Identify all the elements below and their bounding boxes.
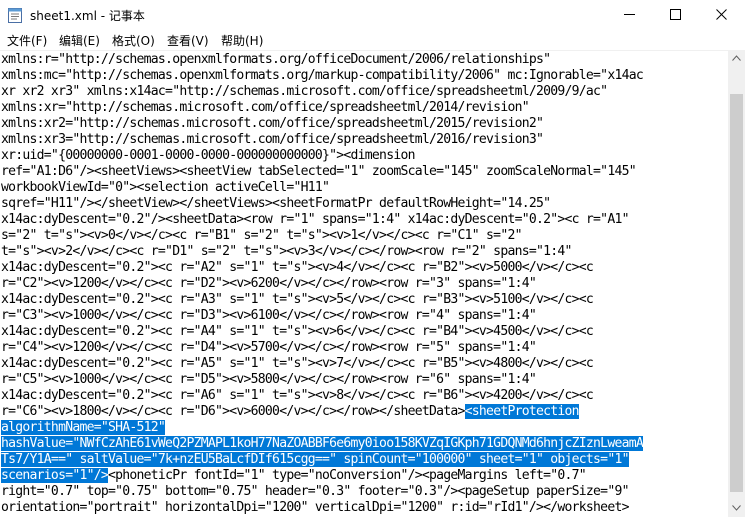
menu-view[interactable]: 查看(V) bbox=[167, 32, 209, 49]
text-segment: workbookViewId="0"><selection activeCell… bbox=[1, 180, 330, 195]
text-line: x14ac:dyDescent="0.2"><c r="A5" s="1" t=… bbox=[1, 356, 643, 372]
text-segment: x14ac:dyDescent="0.2"/><sheetData><row r… bbox=[1, 212, 629, 227]
text-line: xmlns:xr="http://schemas.microsoft.com/o… bbox=[1, 100, 643, 116]
text-segment: s="2" t="s"><v>0</v></c><c r="B1" s="2" … bbox=[1, 228, 522, 243]
selected-text: algorithmName="SHA-512" bbox=[1, 420, 166, 435]
text-segment: x14ac:dyDescent="0.2"><c r="A6" s="1" t=… bbox=[1, 388, 594, 403]
text-segment: r="C3"><v>1000</v></c><c r="D3"><v>6100<… bbox=[1, 308, 537, 323]
text-line: ref="A1:D6"/><sheetViews><sheetView tabS… bbox=[1, 164, 643, 180]
text-line: x14ac:dyDescent="0.2"><c r="A3" s="1" t=… bbox=[1, 292, 643, 308]
maximize-button[interactable] bbox=[653, 0, 699, 30]
text-line: xmlns:mc="http://schemas.openxmlformats.… bbox=[1, 68, 644, 84]
text-segment: xmlns:r="http://schemas.openxmlformats.o… bbox=[1, 52, 551, 67]
text-segment: x14ac:dyDescent="0.2"><c r="A2" s="1" t=… bbox=[1, 260, 594, 275]
title-bar[interactable]: sheet1.xml - 记事本 bbox=[0, 0, 745, 30]
text-line: xmlns:xr2="http://schemas.microsoft.com/… bbox=[1, 116, 643, 132]
selected-text: <sheetProtection bbox=[464, 404, 580, 419]
text-segment: xmlns:xr3="http://schemas.microsoft.com/… bbox=[1, 132, 544, 147]
minimize-icon bbox=[624, 14, 635, 15]
text-line: xmlns:r="http://schemas.openxmlformats.o… bbox=[1, 52, 643, 68]
menu-help[interactable]: 帮助(H) bbox=[221, 32, 263, 49]
text-line: x14ac:dyDescent="0.2"><c r="A6" s="1" t=… bbox=[1, 388, 643, 404]
text-line: x14ac:dyDescent="0.2"/><sheetData><row r… bbox=[1, 212, 643, 228]
notepad-icon bbox=[8, 7, 22, 23]
chevron-up-icon bbox=[732, 55, 741, 61]
menu-bar: 文件(F) 编辑(E) 格式(O) 查看(V) 帮助(H) bbox=[0, 30, 745, 50]
text-segment: x14ac:dyDescent="0.2"><c r="A5" s="1" t=… bbox=[1, 356, 594, 371]
text-line: r="C3"><v>1000</v></c><c r="D3"><v>6100<… bbox=[1, 308, 643, 324]
text-segment: xmlns:xr2="http://schemas.microsoft.com/… bbox=[1, 116, 544, 131]
text-segment: r="C4"><v>1200</v></c><c r="D4"><v>5700<… bbox=[1, 340, 537, 355]
selected-text: hashValue="NWfCzAhE61vWeQ2PZMAPL1koH77Na… bbox=[1, 436, 644, 451]
text-line: hashValue="NWfCzAhE61vWeQ2PZMAPL1koH77Na… bbox=[1, 436, 644, 452]
text-line: r="C6"><v>1800</v></c><c r="D6"><v>6000<… bbox=[1, 404, 643, 420]
text-line: xr xr2 xr3" xmlns:x14ac="http://schemas.… bbox=[1, 84, 643, 100]
text-segment: t="s"><v>2</v></c><c r="D1" s="2" t="s">… bbox=[1, 244, 572, 259]
scroll-up-button[interactable] bbox=[728, 50, 745, 67]
text-segment: xmlns:mc="http://schemas.openxmlformats.… bbox=[1, 68, 644, 83]
scroll-down-button[interactable] bbox=[728, 500, 745, 517]
text-line: workbookViewId="0"><selection activeCell… bbox=[1, 180, 643, 196]
text-line: xr:uid="{00000000-0001-0000-0000-0000000… bbox=[1, 148, 643, 164]
text-segment: r="C6"><v>1800</v></c><c r="D6"><v>6000<… bbox=[1, 404, 465, 419]
text-segment: <phoneticPr fontId="1" type="noConversio… bbox=[108, 468, 587, 483]
vertical-scrollbar[interactable] bbox=[728, 50, 745, 517]
text-segment: x14ac:dyDescent="0.2"><c r="A3" s="1" t=… bbox=[1, 292, 594, 307]
maximize-icon bbox=[670, 9, 681, 20]
text-line: algorithmName="SHA-512" bbox=[1, 420, 643, 436]
text-segment: right="0.7" top="0.75" bottom="0.75" hea… bbox=[1, 484, 629, 499]
text-line: scenarios="1"/><phoneticPr fontId="1" ty… bbox=[1, 468, 643, 484]
text-segment: orientation="portrait" horizontalDpi="12… bbox=[1, 500, 629, 515]
text-line: x14ac:dyDescent="0.2"><c r="A4" s="1" t=… bbox=[1, 324, 643, 340]
text-segment: sqref="H11"/></sheetView></sheetViews><s… bbox=[1, 196, 551, 211]
text-segment: x14ac:dyDescent="0.2"><c r="A4" s="1" t=… bbox=[1, 324, 594, 339]
window-title: sheet1.xml - 记事本 bbox=[30, 9, 145, 23]
text-line: right="0.7" top="0.75" bottom="0.75" hea… bbox=[1, 484, 643, 500]
selected-text: Ts7/Y1A==" saltValue="7k+nzEU5BaLcfDIf61… bbox=[1, 452, 629, 467]
text-line: sqref="H11"/></sheetView></sheetViews><s… bbox=[1, 196, 643, 212]
text-line: orientation="portrait" horizontalDpi="12… bbox=[1, 500, 643, 516]
selected-text: scenarios="1"/> bbox=[1, 468, 109, 483]
scrollbar-thumb[interactable] bbox=[730, 94, 743, 492]
text-line: t="s"><v>2</v></c><c r="D1" s="2" t="s">… bbox=[1, 244, 643, 260]
text-line: r="C5"><v>1000</v></c><c r="D5"><v>5800<… bbox=[1, 372, 643, 388]
menu-edit[interactable]: 编辑(E) bbox=[59, 32, 100, 49]
text-segment: xmlns:xr="http://schemas.microsoft.com/o… bbox=[1, 100, 530, 115]
text-segment: r="C5"><v>1000</v></c><c r="D5"><v>5800<… bbox=[1, 372, 537, 387]
text-segment: xr xr2 xr3" xmlns:x14ac="http://schemas.… bbox=[1, 84, 608, 99]
text-line: r="C2"><v>1200</v></c><c r="D2"><v>6200<… bbox=[1, 276, 643, 292]
text-line: Ts7/Y1A==" saltValue="7k+nzEU5BaLcfDIf61… bbox=[1, 452, 643, 468]
menu-file[interactable]: 文件(F) bbox=[7, 32, 47, 49]
text-editor-area[interactable]: xmlns:r="http://schemas.openxmlformats.o… bbox=[0, 50, 728, 518]
text-line: s="2" t="s"><v>0</v></c><c r="B1" s="2" … bbox=[1, 228, 643, 244]
text-content: xmlns:r="http://schemas.openxmlformats.o… bbox=[1, 52, 644, 516]
notepad-window: sheet1.xml - 记事本 文件(F) 编辑(E) 格式(O) 查看(V)… bbox=[0, 0, 745, 518]
close-icon bbox=[716, 9, 727, 20]
close-button[interactable] bbox=[699, 0, 745, 30]
chevron-down-icon bbox=[732, 505, 741, 511]
text-line: x14ac:dyDescent="0.2"><c r="A2" s="1" t=… bbox=[1, 260, 643, 276]
text-segment: r="C2"><v>1200</v></c><c r="D2"><v>6200<… bbox=[1, 276, 537, 291]
text-line: r="C4"><v>1200</v></c><c r="D4"><v>5700<… bbox=[1, 340, 643, 356]
text-segment: xr:uid="{00000000-0001-0000-0000-0000000… bbox=[1, 148, 415, 163]
menu-format[interactable]: 格式(O) bbox=[112, 32, 155, 49]
text-segment: ref="A1:D6"/><sheetViews><sheetView tabS… bbox=[1, 164, 637, 179]
minimize-button[interactable] bbox=[607, 0, 653, 30]
text-line: xmlns:xr3="http://schemas.microsoft.com/… bbox=[1, 132, 643, 148]
